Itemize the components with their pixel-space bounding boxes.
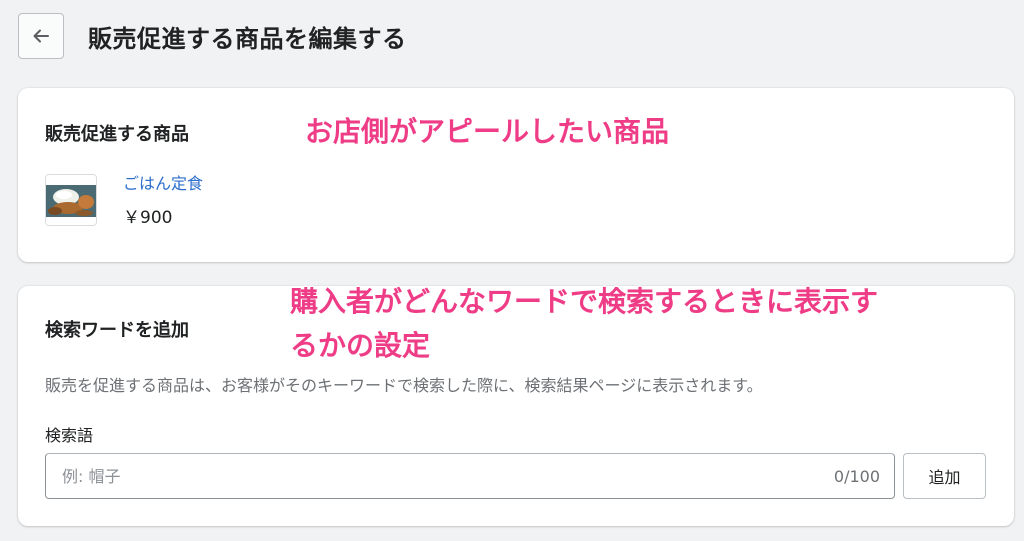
character-count: 0/100 [833, 466, 880, 486]
card-title: 検索ワードを追加 [45, 320, 189, 341]
back-button[interactable] [18, 13, 64, 59]
card-description: 販売を促進する商品は、お客様がそのキーワードで検索した際に、検索結果ページに表示… [45, 376, 763, 395]
card-title: 販売促進する商品 [45, 124, 189, 145]
annotation-line: るかの設定 [290, 329, 431, 362]
search-term-field[interactable]: 0/100 [45, 453, 895, 499]
search-term-label: 検索語 [45, 426, 94, 445]
product-thumbnail [45, 174, 97, 226]
arrow-left-icon [33, 29, 49, 43]
add-button[interactable]: 追加 [903, 453, 986, 499]
annotation-line: 購入者がどんなワードで検索するときに表示す [290, 285, 879, 318]
annotation-product-note: お店側がアピールしたい商品 [305, 115, 670, 148]
search-term-input[interactable] [60, 465, 834, 487]
page-header: 販売促進する商品を編集する [18, 12, 407, 60]
product-price: ￥900 [123, 208, 173, 228]
page-title: 販売促進する商品を編集する [88, 24, 407, 53]
annotation-keyword-note: 購入者がどんなワードで検索するときに表示す るかの設定 [290, 280, 878, 368]
product-name-link[interactable]: ごはん定食 [123, 174, 203, 194]
product-info: ごはん定食 ￥900 [123, 174, 203, 228]
product-item: ごはん定食 ￥900 [45, 174, 203, 228]
